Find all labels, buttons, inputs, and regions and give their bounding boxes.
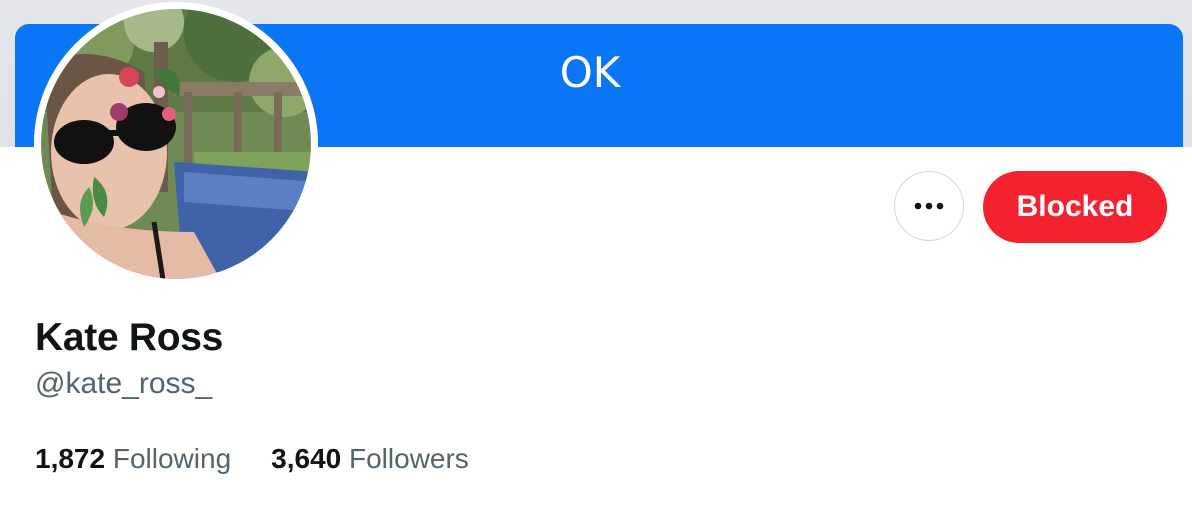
profile-page: OK Blocked Kate Ross @kate_ross_ 1,872 F… [0, 0, 1192, 512]
following-label: Following [112, 443, 232, 474]
following-link[interactable]: 1,872 Following [35, 443, 231, 475]
ellipsis-icon [914, 202, 944, 210]
display-name: Kate Ross [35, 316, 224, 359]
avatar-image [34, 2, 318, 286]
followers-label: Followers [349, 443, 469, 474]
following-count: 1,872 [35, 443, 106, 474]
followers-count: 3,640 [271, 443, 342, 474]
blocked-button-label: Blocked [1016, 190, 1134, 223]
profile-stats: 1,872 Following 3,640 Followers [35, 443, 469, 475]
more-options-button[interactable] [894, 171, 964, 241]
ok-button-label: OK [559, 48, 621, 97]
user-handle: @kate_ross_ [35, 367, 213, 400]
blocked-button[interactable]: Blocked [983, 171, 1167, 243]
avatar[interactable] [34, 2, 318, 286]
followers-link[interactable]: 3,640 Followers [271, 443, 469, 475]
